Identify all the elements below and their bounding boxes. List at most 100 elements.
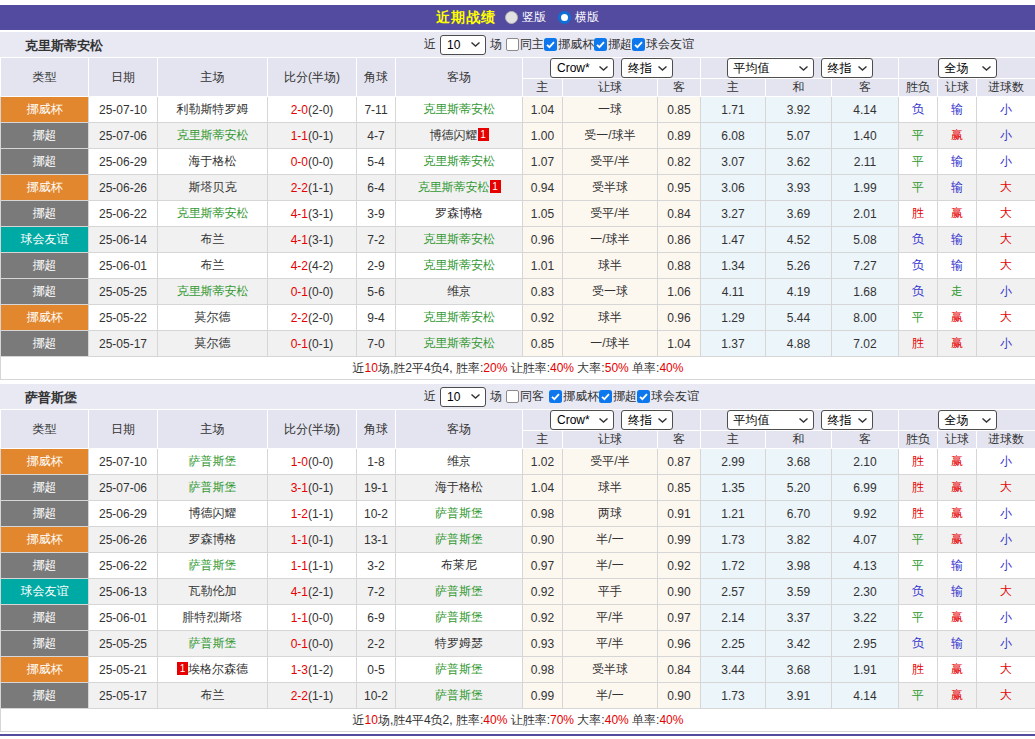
home-team: 萨普斯堡 xyxy=(158,631,268,657)
competition-filter[interactable]: 挪威杯 xyxy=(544,36,594,53)
competition-filter[interactable]: 球会友谊 xyxy=(637,388,699,405)
away-team: 萨普斯堡 xyxy=(396,501,523,527)
result-cell-0: 平 xyxy=(899,149,938,175)
competition-filter[interactable]: 挪超 xyxy=(594,36,632,53)
radio-unchecked-icon[interactable] xyxy=(505,11,518,24)
same-venue-filter[interactable]: 同主 xyxy=(506,36,544,53)
index-type-select-2[interactable]: 终指 xyxy=(821,58,873,78)
handicap-away-odds: 0.97 xyxy=(658,605,701,631)
rounds-unit-label: 场 xyxy=(490,388,502,405)
match-score: 4-1(3-1) xyxy=(268,227,357,253)
corner-score: 6-4 xyxy=(357,175,396,201)
avg-away-odds: 4.13 xyxy=(832,553,899,579)
average-select[interactable]: 平均值 xyxy=(727,410,814,430)
result-cell-1: 赢 xyxy=(938,475,977,501)
col-avg-2: 客 xyxy=(832,79,899,97)
handicap-line: 球半 xyxy=(563,305,658,331)
average-select[interactable]: 平均值 xyxy=(727,58,814,78)
radio-checked-icon[interactable] xyxy=(558,11,571,24)
layout-switch: 竖版 横版 xyxy=(505,9,599,26)
handicap-line: 平/半 xyxy=(563,605,658,631)
result-cell-2: 小 xyxy=(977,149,1035,175)
bookmaker-select[interactable]: Crow* xyxy=(550,58,614,78)
handicap-home-odds: 1.05 xyxy=(523,201,563,227)
checkbox-checked-icon[interactable] xyxy=(632,38,645,51)
avg-draw-odds: 3.91 xyxy=(766,683,832,709)
result-cell-1: 赢 xyxy=(938,527,977,553)
checkbox-unchecked-icon[interactable] xyxy=(506,390,519,403)
corner-score: 6-9 xyxy=(357,605,396,631)
near-label: 近 xyxy=(424,388,436,405)
competition-filter[interactable]: 挪超 xyxy=(599,388,637,405)
result-cell-2: 大 xyxy=(977,579,1035,605)
match-type-badge: 挪超 xyxy=(1,279,89,305)
home-team: 布兰 xyxy=(158,253,268,279)
home-team: 萨普斯堡 xyxy=(158,475,268,501)
col-result-1: 让球 xyxy=(938,431,977,449)
result-cell-1: 输 xyxy=(938,175,977,201)
match-date: 25-06-29 xyxy=(89,149,158,175)
col-handicap-0: 主 xyxy=(523,79,563,97)
checkbox-checked-icon[interactable] xyxy=(594,38,607,51)
result-cell-0: 负 xyxy=(899,253,938,279)
competition-filter[interactable]: 球会友谊 xyxy=(632,36,694,53)
handicap-group-header: Crow* 终指 xyxy=(523,58,701,79)
result-cell-0: 负 xyxy=(899,227,938,253)
same-venue-filter[interactable]: 同客 xyxy=(506,388,544,405)
result-cell-1: 输 xyxy=(938,97,977,123)
match-type-badge: 挪超 xyxy=(1,605,89,631)
result-cell-0: 胜 xyxy=(899,449,938,475)
competition-filter[interactable]: 挪威杯 xyxy=(549,388,599,405)
match-score: 0-1(0-1) xyxy=(268,331,357,357)
match-row: 挪超25-07-06克里斯蒂安松1-1(0-1)4-7博德闪耀11.00受一/球… xyxy=(1,123,1035,149)
home-team: 布兰 xyxy=(158,227,268,253)
rounds-select[interactable]: 10 xyxy=(440,35,486,55)
avg-home-odds: 1.72 xyxy=(701,553,766,579)
result-cell-2: 小 xyxy=(977,449,1035,475)
index-type-select[interactable]: 终指 xyxy=(621,410,673,430)
period-select[interactable]: 全场 xyxy=(938,58,997,78)
checkbox-unchecked-icon[interactable] xyxy=(506,38,519,51)
avg-away-odds: 7.27 xyxy=(832,253,899,279)
result-cell-0: 平 xyxy=(899,305,938,331)
result-cell-1: 赢 xyxy=(938,331,977,357)
avg-draw-odds: 5.20 xyxy=(766,475,832,501)
index-type-select-2[interactable]: 终指 xyxy=(821,410,873,430)
match-row: 挪威杯25-07-10萨普斯堡1-0(0-0)1-8维京1.02受平/半0.87… xyxy=(1,449,1035,475)
corner-score: 1-8 xyxy=(357,449,396,475)
col-avg-0: 主 xyxy=(701,431,766,449)
match-score: 2-2(1-1) xyxy=(268,175,357,201)
handicap-line: 一/球半 xyxy=(563,331,658,357)
index-type-select[interactable]: 终指 xyxy=(621,58,673,78)
result-cell-0: 负 xyxy=(899,579,938,605)
checkbox-checked-icon[interactable] xyxy=(637,390,650,403)
rounds-select[interactable]: 10 xyxy=(440,387,486,407)
match-score: 1-1(1-1) xyxy=(268,553,357,579)
result-cell-2: 大 xyxy=(977,227,1035,253)
result-cell-2: 小 xyxy=(977,123,1035,149)
period-select[interactable]: 全场 xyxy=(938,410,997,430)
match-row: 挪超25-06-29海于格松0-0(0-0)5-4克里斯蒂安松1.07受平/半0… xyxy=(1,149,1035,175)
match-row: 挪超25-06-01布兰4-2(4-2)2-9克里斯蒂安松1.01球半0.881… xyxy=(1,253,1035,279)
match-type-badge: 挪超 xyxy=(1,553,89,579)
checkbox-checked-icon[interactable] xyxy=(544,38,557,51)
match-date: 25-07-06 xyxy=(89,475,158,501)
checkbox-checked-icon[interactable] xyxy=(599,390,612,403)
col-handicap-2: 客 xyxy=(658,431,701,449)
match-date: 25-05-17 xyxy=(89,683,158,709)
handicap-home-odds: 0.92 xyxy=(523,579,563,605)
home-team: 腓特烈斯塔 xyxy=(158,605,268,631)
layout-option-horizontal[interactable]: 横版 xyxy=(558,9,599,26)
avg-draw-odds: 3.98 xyxy=(766,553,832,579)
col-away: 客场 xyxy=(396,410,523,449)
col-home: 主场 xyxy=(158,410,268,449)
checkbox-checked-icon[interactable] xyxy=(549,390,562,403)
layout-option-vertical[interactable]: 竖版 xyxy=(505,9,546,26)
avg-draw-odds: 4.19 xyxy=(766,279,832,305)
card-badge: 1 xyxy=(478,128,489,141)
home-team: 萨普斯堡 xyxy=(158,553,268,579)
match-date: 25-06-14 xyxy=(89,227,158,253)
bookmaker-select[interactable]: Crow* xyxy=(550,410,614,430)
result-cell-1: 赢 xyxy=(938,683,977,709)
avg-draw-odds: 3.93 xyxy=(766,175,832,201)
